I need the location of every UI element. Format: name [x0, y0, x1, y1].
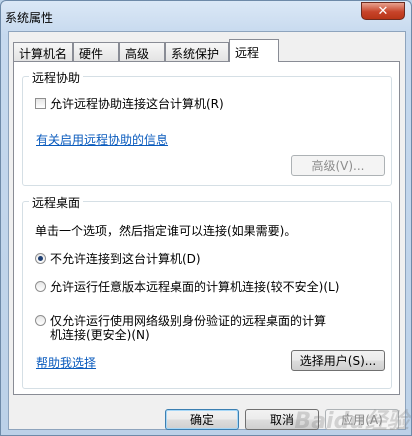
system-properties-window: 系统属性 ✕ 计算机名 硬件 高级 系统保护 远程 远程协助 允许远程协助连接这…: [0, 0, 412, 436]
title-bar[interactable]: 系统属性 ✕: [1, 1, 411, 33]
allow-remote-assistance-checkbox[interactable]: [35, 98, 46, 109]
radio-no-connections-label[interactable]: 不允许连接到这台计算机(D): [50, 252, 201, 266]
remote-desktop-group: 远程桌面 单击一个选项，然后指定谁可以连接(如果需要)。 不允许连接到这台计算机…: [22, 194, 392, 389]
radio-row-no-connections[interactable]: 不允许连接到这台计算机(D): [35, 250, 201, 267]
remote-assistance-info-link[interactable]: 有关启用远程协助的信息: [36, 131, 168, 148]
tab-computer-name[interactable]: 计算机名: [13, 42, 73, 61]
close-button[interactable]: ✕: [361, 2, 405, 20]
radio-nla[interactable]: [35, 315, 46, 326]
dialog-client: 计算机名 硬件 高级 系统保护 远程 远程协助 允许远程协助连接这台计算机(R)…: [8, 31, 406, 430]
remote-tab-page: 远程协助 允许远程协助连接这台计算机(R) 有关启用远程协助的信息 高级(V).…: [13, 61, 400, 395]
radio-row-any-version[interactable]: 允许运行任意版本远程桌面的计算机连接(较不安全)(L): [35, 278, 339, 295]
radio-no-connections[interactable]: [35, 253, 46, 264]
watermark-logo: Baidu经验: [294, 409, 409, 434]
remote-assistance-title: 远程协助: [29, 69, 84, 86]
remote-assistance-group: 远程协助 允许远程协助连接这台计算机(R) 有关启用远程协助的信息 高级(V).…: [22, 69, 392, 186]
close-icon: ✕: [377, 3, 389, 19]
tab-hardware[interactable]: 硬件: [73, 42, 119, 61]
window-title: 系统属性: [5, 11, 54, 25]
remote-desktop-instruction: 单击一个选项，然后指定谁可以连接(如果需要)。: [35, 224, 297, 238]
tab-advanced[interactable]: 高级: [119, 42, 165, 61]
allow-remote-assistance-label[interactable]: 允许远程协助连接这台计算机(R): [50, 97, 224, 111]
ok-button[interactable]: 确定: [165, 409, 239, 430]
radio-nla-label-line2[interactable]: 机连接(更安全)(N): [50, 326, 150, 343]
advanced-button[interactable]: 高级(V)...: [291, 155, 385, 176]
remote-desktop-title: 远程桌面: [29, 194, 84, 211]
select-users-button[interactable]: 选择用户(S)...: [291, 350, 385, 371]
radio-any-version-label[interactable]: 允许运行任意版本远程桌面的计算机连接(较不安全)(L): [50, 280, 339, 294]
radio-any-version[interactable]: [35, 281, 46, 292]
allow-remote-assistance-row[interactable]: 允许远程协助连接这台计算机(R): [35, 95, 224, 112]
help-me-choose-link[interactable]: 帮助我选择: [36, 354, 96, 371]
tab-remote[interactable]: 远程: [229, 39, 279, 62]
tab-system-protection[interactable]: 系统保护: [165, 42, 229, 61]
